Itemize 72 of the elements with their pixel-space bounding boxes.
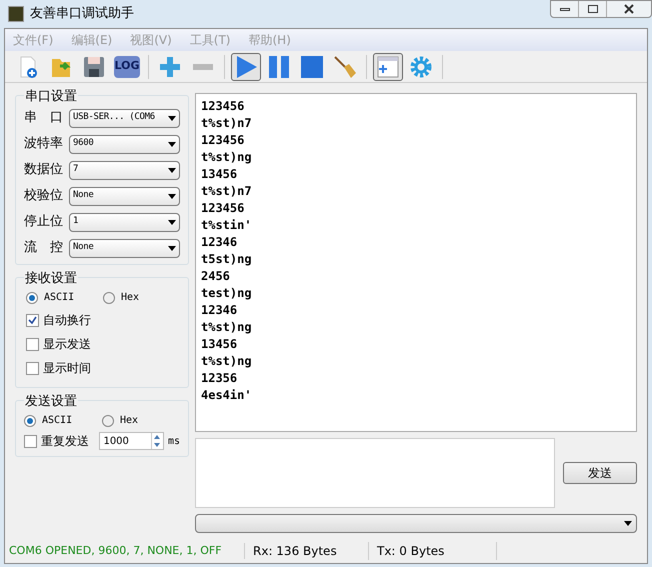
field-label: 数据位: [24, 161, 64, 180]
received-line: t%stin': [201, 217, 253, 234]
receive-text-area[interactable]: 123456 t%st)n7 123456 t%st)ng 13456 t%st)n7 123456 t%stin' 12346 t5st)ng 2456 test)ng 12346 t%st)ng 13456 t%st)ng 12356 4es4in': [195, 93, 637, 432]
window-title: 友善串口调试助手: [30, 5, 135, 24]
received-line: t%st)ng: [201, 353, 253, 370]
received-line: 13456: [201, 336, 238, 353]
radio-label: ASCII: [42, 414, 72, 428]
radio-label: Hex: [121, 291, 140, 305]
close-icon: [624, 4, 634, 14]
field-label: 校验位: [24, 187, 64, 206]
received-line: 4es4in': [201, 387, 253, 404]
caret-icon: [168, 142, 176, 146]
received-line: 123456: [201, 132, 246, 149]
toolbar-button[interactable]: [231, 52, 261, 80]
dropdown[interactable]: None: [69, 238, 180, 258]
stop-icon: [299, 54, 325, 80]
pause-icon: [266, 54, 292, 80]
received-line: 123456: [201, 98, 246, 115]
received-line: t%st)ng: [201, 319, 253, 336]
status-connection: COM6 OPENED, 9600, 7, NONE, 1, OFF: [5, 542, 245, 560]
dropdown[interactable]: USB-SER... (COM6: [69, 108, 180, 128]
received-line: 13456: [201, 166, 238, 183]
checkbox-label: 自动换行: [43, 312, 91, 329]
radio-label: ASCII: [44, 291, 74, 305]
field-label: 流 控: [24, 239, 64, 258]
field-label: 停止位: [24, 213, 64, 232]
radio-label: Hex: [120, 414, 138, 428]
minus-icon: [193, 64, 213, 70]
history-dropdown[interactable]: [195, 514, 637, 533]
caret-icon: [168, 194, 176, 198]
broom-icon: [332, 54, 358, 80]
radio-button[interactable]: [26, 292, 38, 304]
toolbar-button[interactable]: [373, 52, 403, 80]
checkbox-label: 显示时间: [43, 360, 91, 377]
unit-label: ms: [168, 434, 180, 448]
radio-button[interactable]: [24, 414, 36, 426]
received-line: 2456: [201, 268, 231, 285]
received-line: 12346: [201, 234, 238, 251]
caret-icon: [168, 246, 176, 250]
dropdown[interactable]: 9600: [69, 134, 180, 154]
checkbox-label: 显示发送: [43, 336, 91, 353]
send-button[interactable]: 发送: [563, 462, 637, 484]
received-line: 12356: [201, 370, 238, 387]
received-line: t%st)n7: [201, 183, 253, 200]
interval-spinbox[interactable]: 1000: [99, 432, 164, 450]
checkbox[interactable]: [26, 338, 39, 350]
received-line: t5st)ng: [201, 251, 253, 268]
checkbox[interactable]: [26, 362, 39, 374]
radio-button[interactable]: [102, 414, 114, 426]
add-window-icon: [375, 54, 401, 80]
caret-icon: [168, 220, 176, 224]
caret-icon: [624, 521, 632, 526]
received-line: test)ng: [201, 285, 253, 302]
checkbox[interactable]: [24, 434, 37, 448]
checkbox[interactable]: [26, 314, 39, 326]
status-rx: Rx: 136 Bytes: [245, 542, 369, 560]
caret-icon: [168, 116, 176, 120]
radio-button[interactable]: [103, 292, 115, 304]
app-logo-icon: [8, 6, 24, 22]
field-label: 波特率: [24, 135, 64, 154]
received-line: 12346: [201, 302, 238, 319]
caret-icon: [168, 168, 176, 172]
received-line: 123456: [201, 200, 246, 217]
dropdown[interactable]: 1: [69, 212, 180, 232]
checkbox-label: 重复发送: [40, 433, 90, 450]
settings-icon: [408, 54, 434, 80]
received-line: t%st)n7: [201, 115, 253, 132]
status-tx: Tx: 0 Bytes: [369, 542, 497, 560]
received-line: t%st)ng: [201, 149, 253, 166]
field-label: 串 口: [24, 109, 64, 128]
dropdown[interactable]: None: [69, 186, 180, 206]
dropdown[interactable]: 7: [69, 160, 180, 180]
